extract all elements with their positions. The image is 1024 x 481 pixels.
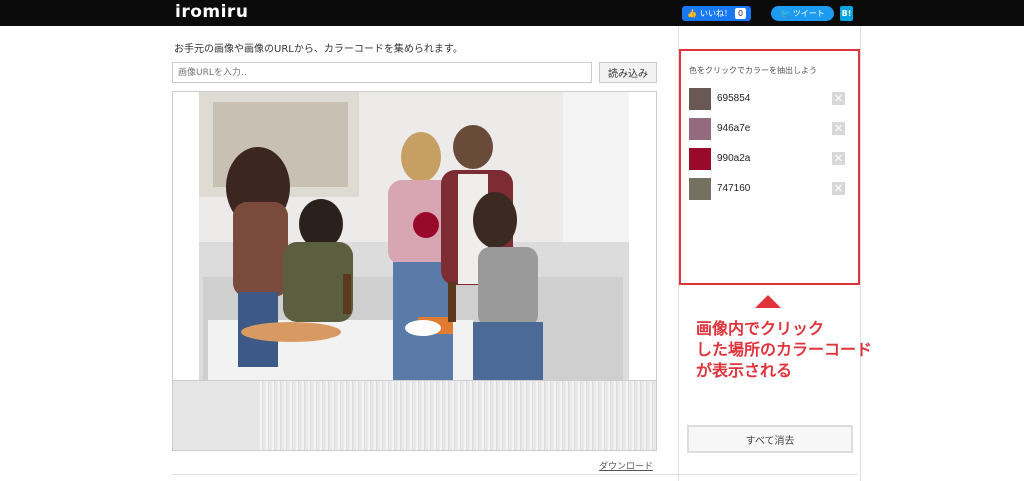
arrow-up-icon	[755, 295, 781, 308]
hatena-bookmark-button[interactable]: B!	[840, 6, 853, 21]
annotation-line: が表示される	[696, 361, 793, 380]
color-strip-segment	[173, 381, 258, 450]
color-swatch[interactable]	[689, 88, 711, 110]
color-item[interactable]: 946a7e ✕	[689, 118, 849, 140]
logo[interactable]: iromiru	[175, 2, 248, 22]
extracted-colors-panel: 色をクリックでカラーを抽出しよう 695854 ✕ 946a7e ✕ 990a2…	[679, 49, 860, 285]
clear-all-button[interactable]: すべて消去	[687, 425, 853, 453]
divider	[172, 474, 857, 475]
close-icon[interactable]: ✕	[832, 182, 845, 195]
download-link[interactable]: ダウンロード	[599, 459, 653, 472]
twitter-bird-icon: 🐦	[780, 9, 791, 18]
color-item[interactable]: 747160 ✕	[689, 178, 849, 200]
close-icon[interactable]: ✕	[832, 152, 845, 165]
image-canvas[interactable]	[172, 91, 657, 381]
fb-like-label: いいね！	[699, 9, 732, 18]
thumbs-up-icon: 👍	[687, 9, 697, 18]
color-item[interactable]: 695854 ✕	[689, 88, 849, 110]
facebook-like-button[interactable]: 👍 いいね！ 0	[682, 6, 752, 21]
fb-like-count: 0	[734, 8, 747, 19]
color-swatch[interactable]	[689, 148, 711, 170]
annotation-line: 画像内でクリック	[696, 319, 825, 338]
color-hex: 747160	[717, 183, 751, 194]
color-hex: 990a2a	[717, 153, 751, 164]
annotation-text: 画像内でクリック した場所のカラーコード が表示される	[696, 318, 872, 381]
annotation-line: した場所のカラーコード	[696, 340, 873, 359]
color-swatch[interactable]	[689, 178, 711, 200]
color-item[interactable]: 990a2a ✕	[689, 148, 849, 170]
color-hex: 695854	[717, 93, 751, 104]
color-swatch[interactable]	[689, 118, 711, 140]
load-button[interactable]: 読み込み	[599, 62, 657, 83]
uploaded-photo[interactable]	[173, 92, 657, 381]
image-url-input[interactable]	[172, 62, 592, 83]
tweet-button[interactable]: 🐦 ツイート	[771, 6, 834, 21]
picked-color-marker	[413, 212, 439, 238]
tweet-label: ツイート	[792, 9, 825, 18]
panel-title: 色をクリックでカラーを抽出しよう	[689, 66, 817, 75]
sidebar-divider-right	[860, 26, 861, 481]
top-bar: iromiru 👍 いいね！ 0 🐦 ツイート B!	[0, 0, 1024, 26]
close-icon[interactable]: ✕	[832, 92, 845, 105]
close-icon[interactable]: ✕	[832, 122, 845, 135]
intro-text: お手元の画像や画像のURLから、カラーコードを集められます。	[174, 44, 463, 55]
color-hex: 946a7e	[717, 123, 751, 134]
